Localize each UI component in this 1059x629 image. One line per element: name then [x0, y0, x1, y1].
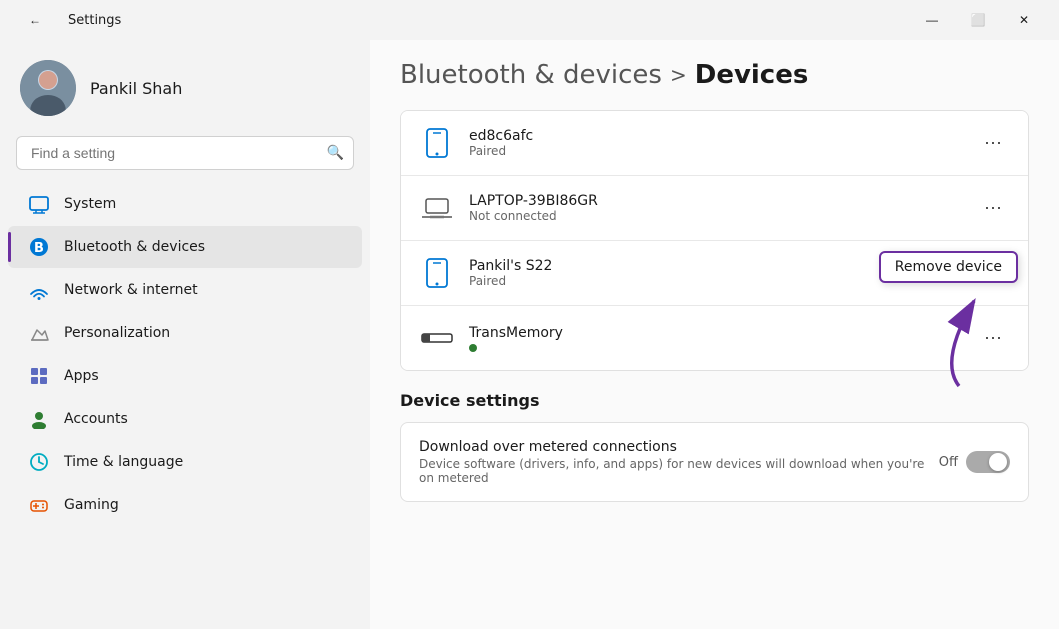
sidebar-item-network[interactable]: Network & internet	[8, 269, 362, 311]
device-name: LAPTOP-39BI86GR	[469, 193, 976, 209]
time-icon	[28, 451, 50, 473]
device-item: LAPTOP-39BI86GRNot connected⋯	[401, 176, 1028, 241]
sidebar-item-gaming[interactable]: Gaming	[8, 484, 362, 526]
device-list: ed8c6afcPaired⋯LAPTOP-39BI86GRNot connec…	[400, 110, 1029, 371]
sidebar-item-label-bluetooth: Bluetooth & devices	[64, 239, 205, 255]
personalization-icon	[28, 322, 50, 344]
breadcrumb-parent: Bluetooth & devices	[400, 60, 662, 90]
sidebar-item-label-accounts: Accounts	[64, 411, 128, 427]
device-menu-button-laptop[interactable]: ⋯	[976, 194, 1010, 223]
breadcrumb-current: Devices	[695, 60, 809, 90]
breadcrumb-separator: >	[670, 63, 687, 87]
apps-icon	[28, 365, 50, 387]
app-body: Pankil Shah 🔍 System B Bluetooth & devices…	[0, 40, 1059, 629]
setting-desc: Device software (drivers, info, and apps…	[419, 457, 939, 485]
device-menu-button-transmemory[interactable]: ⋯	[976, 324, 1010, 353]
sidebar: Pankil Shah 🔍 System B Bluetooth & devices…	[0, 40, 370, 629]
back-button[interactable]: ←	[12, 4, 58, 36]
sidebar-item-label-gaming: Gaming	[64, 497, 119, 513]
breadcrumb: Bluetooth & devices > Devices	[400, 60, 1029, 90]
device-menu-button-ed8c6afc[interactable]: ⋯	[976, 129, 1010, 158]
device-item: ed8c6afcPaired⋯	[401, 111, 1028, 176]
connected-dot	[469, 344, 477, 352]
sidebar-item-apps[interactable]: Apps	[8, 355, 362, 397]
device-name: TransMemory	[469, 325, 976, 341]
device-status: Not connected	[469, 209, 976, 223]
sidebar-item-label-network: Network & internet	[64, 282, 198, 298]
remove-device-popup[interactable]: Remove device	[879, 251, 1018, 283]
network-icon	[28, 279, 50, 301]
device-status: Paired	[469, 144, 976, 158]
search-box: 🔍	[16, 136, 354, 170]
avatar-image	[20, 60, 76, 116]
toggle-switch[interactable]	[966, 451, 1010, 473]
minimize-button[interactable]: —	[909, 4, 955, 36]
search-input[interactable]	[16, 136, 354, 170]
setting-row: Download over metered connections Device …	[401, 423, 1028, 501]
sidebar-item-label-system: System	[64, 196, 116, 212]
sidebar-item-bluetooth[interactable]: B Bluetooth & devices	[8, 226, 362, 268]
setting-name: Download over metered connections	[419, 439, 939, 455]
sidebar-item-accounts[interactable]: Accounts	[8, 398, 362, 440]
toggle-knob	[989, 453, 1007, 471]
device-icon-s22	[419, 255, 455, 291]
titlebar: ← Settings — ⬜ ✕	[0, 0, 1059, 40]
search-icon: 🔍	[327, 145, 344, 161]
device-info-laptop: LAPTOP-39BI86GRNot connected	[469, 193, 976, 223]
sidebar-item-label-apps: Apps	[64, 368, 99, 384]
device-name: ed8c6afc	[469, 128, 976, 144]
user-profile: Pankil Shah	[0, 50, 370, 136]
settings-card: Download over metered connections Device …	[400, 422, 1029, 502]
avatar	[20, 60, 76, 116]
device-info-ed8c6afc: ed8c6afcPaired	[469, 128, 976, 158]
sidebar-item-label-personalization: Personalization	[64, 325, 170, 341]
device-info-transmemory: TransMemory	[469, 325, 976, 352]
maximize-button[interactable]: ⬜	[955, 4, 1001, 36]
window-controls: — ⬜ ✕	[909, 4, 1047, 36]
sidebar-item-time[interactable]: Time & language	[8, 441, 362, 483]
device-item: TransMemory⋯	[401, 306, 1028, 370]
section-title: Device settings	[400, 391, 1029, 410]
sidebar-item-label-time: Time & language	[64, 454, 183, 470]
app-title: Settings	[68, 13, 121, 28]
titlebar-left: ← Settings	[12, 4, 121, 36]
device-icon-ed8c6afc	[419, 125, 455, 161]
toggle-label: Off	[939, 455, 958, 470]
close-button[interactable]: ✕	[1001, 4, 1047, 36]
sidebar-item-system[interactable]: System	[8, 183, 362, 225]
bluetooth-icon: B	[28, 236, 50, 258]
device-icon-laptop	[419, 190, 455, 226]
accounts-icon	[28, 408, 50, 430]
system-icon	[28, 193, 50, 215]
nav-list: System B Bluetooth & devices Network & inte…	[0, 182, 370, 527]
device-icon-transmemory	[419, 320, 455, 356]
device-item: Pankil's S22Paired⋯Remove device	[401, 241, 1028, 306]
sidebar-item-personalization[interactable]: Personalization	[8, 312, 362, 354]
svg-text:B: B	[34, 241, 44, 256]
user-name: Pankil Shah	[90, 79, 182, 98]
main-content: Bluetooth & devices > Devices ed8c6afcPa…	[370, 40, 1059, 629]
gaming-icon	[28, 494, 50, 516]
